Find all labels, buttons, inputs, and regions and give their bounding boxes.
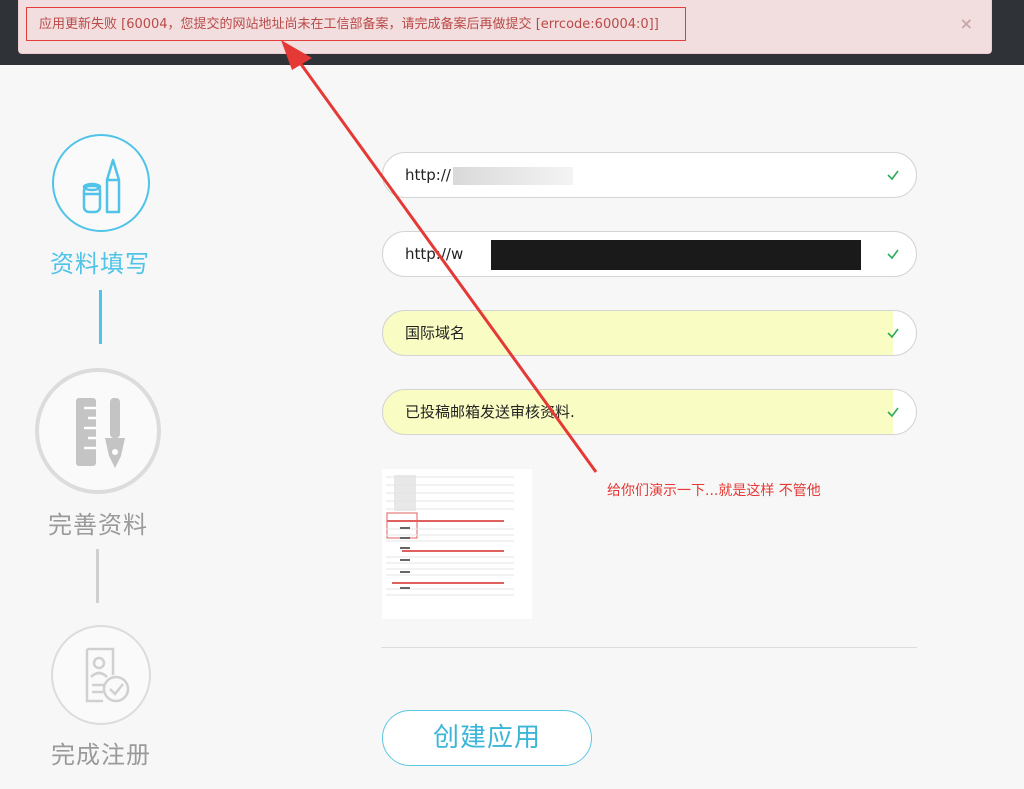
annotation-note: 给你们演示一下...就是这样 不管他 xyxy=(607,483,821,499)
uploaded-screenshot-thumbnail[interactable] xyxy=(382,469,532,619)
step-3-icon-circle xyxy=(51,625,151,725)
close-icon[interactable]: × xyxy=(960,14,973,33)
website-url-value: http:// xyxy=(405,166,451,184)
domain-type-value: 国际域名 xyxy=(405,324,466,342)
create-app-button[interactable]: 创建应用 xyxy=(382,710,592,766)
step-3-label: 完成注册 xyxy=(51,741,151,769)
pencil-ruler-icon xyxy=(82,158,121,214)
review-note-field[interactable]: 已投稿邮箱发送审核资料. xyxy=(382,389,917,435)
step-connector-2 xyxy=(96,549,99,603)
website-url-field[interactable]: http:// xyxy=(382,152,917,198)
callback-url-value: http://w xyxy=(405,245,464,263)
step-2-label: 完善资料 xyxy=(48,511,148,539)
step-1-label: 资料填写 xyxy=(50,250,150,278)
form-divider xyxy=(381,647,917,648)
check-icon xyxy=(887,170,899,181)
error-alert: 应用更新失败 [60004，您提交的网站地址尚未在工信部备案，请完成备案后再做提… xyxy=(18,0,992,54)
error-message: 应用更新失败 [60004，您提交的网站地址尚未在工信部备案，请完成备案后再做提… xyxy=(26,7,686,41)
thumbnail-image xyxy=(382,469,532,619)
domain-type-field[interactable]: 国际域名 xyxy=(382,310,917,356)
certificate-check-icon xyxy=(85,647,130,703)
check-icon xyxy=(887,407,899,418)
ruler-pen-icon xyxy=(76,398,125,468)
step-1-icon-circle xyxy=(52,134,150,232)
redacted-region xyxy=(453,167,573,185)
check-icon xyxy=(887,328,899,339)
check-icon xyxy=(887,249,899,260)
step-2-icon-circle xyxy=(35,368,161,494)
app-page: 应用更新失败 [60004，您提交的网站地址尚未在工信部备案，请完成备案后再做提… xyxy=(0,0,1024,789)
review-note-value: 已投稿邮箱发送审核资料. xyxy=(405,403,575,421)
step-connector-1 xyxy=(99,290,102,344)
callback-url-field[interactable]: http://w xyxy=(382,231,917,277)
redacted-region xyxy=(491,240,861,270)
